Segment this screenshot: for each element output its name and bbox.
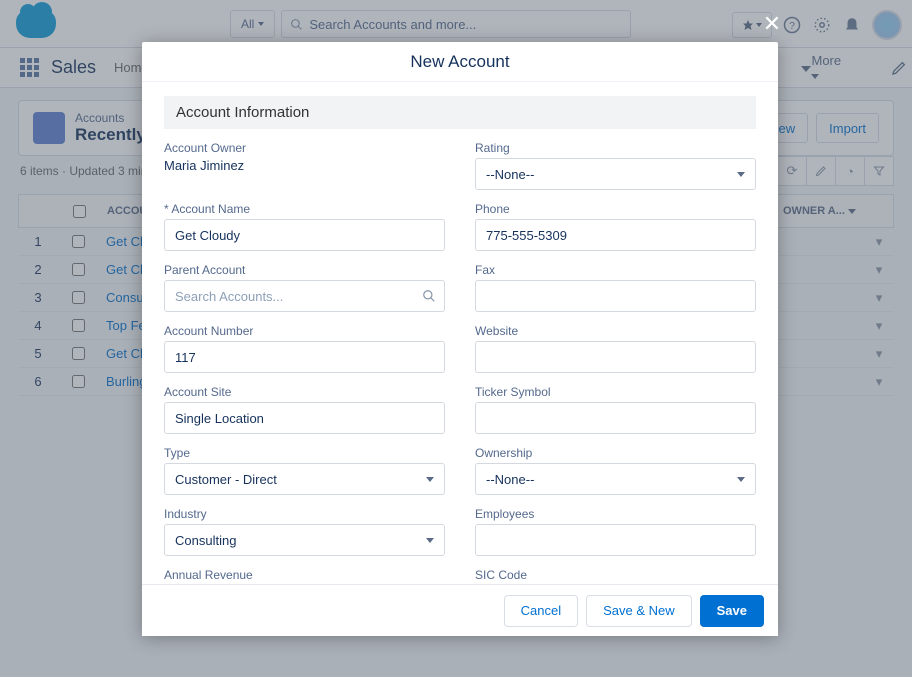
- account-number-input[interactable]: 117: [164, 341, 445, 373]
- parent-account-placeholder: Search Accounts...: [175, 289, 283, 304]
- search-icon: [422, 289, 436, 303]
- rating-label: Rating: [475, 141, 756, 155]
- employees-input[interactable]: [475, 524, 756, 556]
- phone-label: Phone: [475, 202, 756, 216]
- modal-close-button[interactable]: ✕: [760, 12, 784, 36]
- type-label: Type: [164, 446, 445, 460]
- ownership-value: --None--: [486, 472, 534, 487]
- field-account-owner: Account Owner Maria Jiminez: [164, 141, 445, 190]
- chevron-down-icon: [426, 477, 434, 482]
- rating-select[interactable]: --None--: [475, 158, 756, 190]
- parent-account-lookup[interactable]: Search Accounts...: [164, 280, 445, 312]
- chevron-down-icon: [737, 172, 745, 177]
- account-site-input[interactable]: Single Location: [164, 402, 445, 434]
- ticker-symbol-label: Ticker Symbol: [475, 385, 756, 399]
- ticker-symbol-input[interactable]: [475, 402, 756, 434]
- website-input[interactable]: [475, 341, 756, 373]
- chevron-down-icon: [737, 477, 745, 482]
- industry-value: Consulting: [175, 533, 236, 548]
- employees-label: Employees: [475, 507, 756, 521]
- industry-select[interactable]: Consulting: [164, 524, 445, 556]
- fax-input[interactable]: [475, 280, 756, 312]
- modal-title: New Account: [142, 42, 778, 82]
- phone-input[interactable]: 775-555-5309: [475, 219, 756, 251]
- account-site-label: Account Site: [164, 385, 445, 399]
- industry-label: Industry: [164, 507, 445, 521]
- website-label: Website: [475, 324, 756, 338]
- parent-account-label: Parent Account: [164, 263, 445, 277]
- account-number-label: Account Number: [164, 324, 445, 338]
- cancel-button[interactable]: Cancel: [504, 595, 578, 627]
- new-account-modal: New Account Account Information Account …: [142, 42, 778, 636]
- account-owner-label: Account Owner: [164, 141, 445, 155]
- account-owner-value: Maria Jiminez: [164, 158, 445, 173]
- modal-footer: Cancel Save & New Save: [142, 584, 778, 636]
- fax-label: Fax: [475, 263, 756, 277]
- annual-revenue-label: Annual Revenue: [164, 568, 445, 582]
- type-value: Customer - Direct: [175, 472, 277, 487]
- type-select[interactable]: Customer - Direct: [164, 463, 445, 495]
- save-button[interactable]: Save: [700, 595, 764, 627]
- ownership-select[interactable]: --None--: [475, 463, 756, 495]
- save-and-new-button[interactable]: Save & New: [586, 595, 692, 627]
- section-account-information: Account Information: [164, 96, 756, 129]
- ownership-label: Ownership: [475, 446, 756, 460]
- chevron-down-icon: [426, 538, 434, 543]
- account-name-label: * Account Name: [164, 202, 445, 216]
- sic-code-label: SIC Code: [475, 568, 756, 582]
- account-name-input[interactable]: Get Cloudy: [164, 219, 445, 251]
- rating-value: --None--: [486, 167, 534, 182]
